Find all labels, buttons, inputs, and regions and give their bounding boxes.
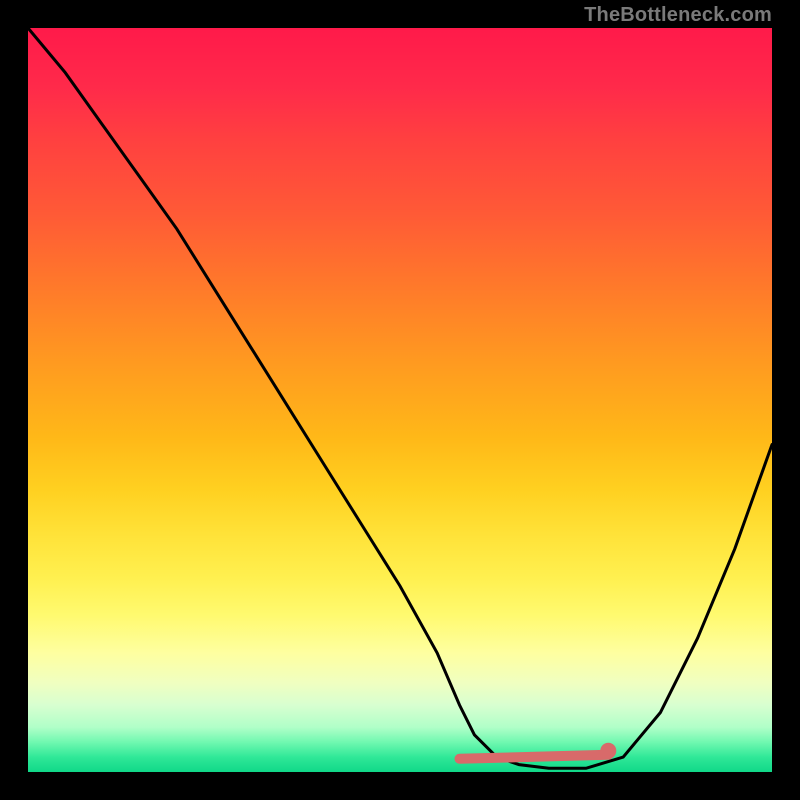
bottleneck-curve: [28, 28, 772, 768]
plot-area: [28, 28, 772, 772]
watermark-text: TheBottleneck.com: [584, 4, 772, 27]
optimal-range-marker: [460, 755, 609, 759]
optimal-end-dot: [600, 743, 616, 759]
chart-svg: [28, 28, 772, 772]
chart-container: TheBottleneck.com: [0, 0, 800, 800]
